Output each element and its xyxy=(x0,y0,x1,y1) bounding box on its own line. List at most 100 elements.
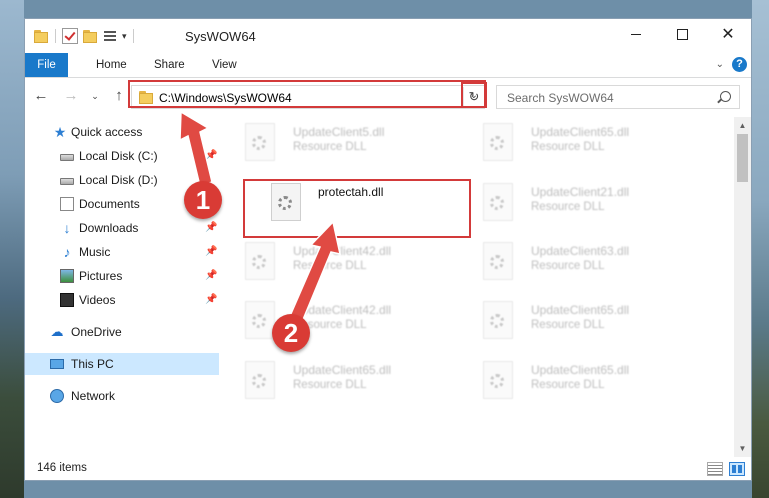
search-box[interactable] xyxy=(496,85,740,109)
file-name: UpdateClient65.dll xyxy=(293,363,392,377)
gear-icon xyxy=(490,255,504,269)
tab-view[interactable]: View xyxy=(212,53,237,77)
dll-file-icon xyxy=(483,301,513,339)
file-item[interactable]: UpdateClient63.dll Resource DLL xyxy=(463,238,689,284)
search-input[interactable] xyxy=(505,90,709,106)
pin-icon[interactable]: 📌 xyxy=(205,241,217,263)
customize-toolbar-dropdown[interactable]: ▾ xyxy=(122,31,127,42)
item-count: 146 items xyxy=(37,462,87,474)
file-name: UpdateClient65.dll xyxy=(531,303,630,317)
cloud-icon: ☁ xyxy=(50,324,64,339)
file-name: UpdateClient5.dll xyxy=(293,125,385,139)
sidebar-item-videos[interactable]: Videos 📌 xyxy=(25,289,219,311)
vertical-scrollbar[interactable]: ▲ ▼ xyxy=(734,117,751,457)
properties-check-icon[interactable] xyxy=(62,28,78,44)
dll-file-icon xyxy=(245,123,275,161)
tab-file[interactable]: File xyxy=(25,53,68,77)
gear-icon xyxy=(252,255,266,269)
sidebar-item-local-disk-c[interactable]: Local Disk (C:) 📌 xyxy=(25,145,219,167)
maximize-button[interactable] xyxy=(659,19,705,51)
minimize-button[interactable] xyxy=(613,19,659,51)
sidebar-item-label: Documents xyxy=(79,197,140,211)
sidebar-item-onedrive[interactable]: ☁ OneDrive xyxy=(25,321,219,343)
file-name: UpdateClient63.dll xyxy=(531,244,630,258)
dll-file-icon xyxy=(483,242,513,280)
scrollbar-thumb[interactable] xyxy=(737,134,748,182)
scroll-down-arrow-icon[interactable]: ▼ xyxy=(734,440,751,457)
file-type: Resource DLL xyxy=(293,260,367,272)
sidebar-item-network[interactable]: Network xyxy=(25,385,219,407)
sidebar-item-quick-access[interactable]: ★ Quick access xyxy=(25,121,219,143)
large-icons-view-icon[interactable] xyxy=(729,462,745,476)
address-bar-highlight xyxy=(128,80,486,108)
file-type: Resource DLL xyxy=(531,141,605,153)
properties-icon[interactable] xyxy=(102,28,118,44)
details-view-icon[interactable] xyxy=(707,462,723,476)
desktop-background-left xyxy=(0,0,24,498)
dll-file-icon xyxy=(245,242,275,280)
folder-icon xyxy=(33,28,49,44)
back-button[interactable]: ← xyxy=(31,86,51,106)
file-item[interactable]: UpdateClient65.dll Resource DLL xyxy=(463,297,689,343)
new-folder-icon[interactable] xyxy=(82,28,98,44)
drive-icon xyxy=(60,154,74,161)
refresh-highlight xyxy=(461,82,487,108)
dll-file-icon xyxy=(483,361,513,399)
quick-access-toolbar: ▾ xyxy=(33,28,136,44)
download-icon: ↓ xyxy=(63,220,71,236)
music-icon: ♪ xyxy=(63,244,71,260)
toolbar-divider xyxy=(132,29,134,43)
file-highlight xyxy=(243,179,471,238)
network-icon xyxy=(50,389,64,403)
file-item[interactable]: UpdateClient65.dll Resource DLL xyxy=(225,357,451,403)
tab-share[interactable]: Share xyxy=(154,53,185,77)
pin-icon[interactable]: 📌 xyxy=(205,289,217,311)
gear-icon xyxy=(490,196,504,210)
sidebar-item-label: Music xyxy=(79,245,111,259)
search-icon[interactable] xyxy=(720,91,731,102)
status-bar: 146 items xyxy=(25,459,751,481)
minimize-icon xyxy=(631,34,641,36)
title-bar: ▾ SysWOW64 ✕ xyxy=(25,19,751,51)
file-type: Resource DLL xyxy=(531,379,605,391)
gear-icon xyxy=(490,136,504,150)
pictures-icon xyxy=(60,269,74,283)
file-item[interactable]: UpdateClient42.dll Resource DLL xyxy=(225,238,451,284)
dll-file-icon xyxy=(245,361,275,399)
sidebar-item-label: Downloads xyxy=(79,221,139,235)
sidebar-item-label: This PC xyxy=(71,357,114,371)
forward-button[interactable]: → xyxy=(61,86,81,106)
sidebar-item-label: Local Disk (C:) xyxy=(79,149,158,163)
pin-icon[interactable]: 📌 xyxy=(205,145,217,167)
expand-ribbon-icon[interactable]: ⌄ xyxy=(716,59,724,70)
file-type: Resource DLL xyxy=(293,141,367,153)
file-item[interactable]: UpdateClient42.dll Resource DLL xyxy=(225,297,451,343)
up-button[interactable]: ↑ xyxy=(109,86,129,106)
sidebar-item-downloads[interactable]: ↓ Downloads 📌 xyxy=(25,217,219,239)
sidebar-item-label: Pictures xyxy=(79,269,123,283)
sidebar-item-label: Local Disk (D:) xyxy=(79,173,158,187)
dll-file-icon xyxy=(483,183,513,221)
ribbon-controls: ⌄ ? xyxy=(716,57,747,72)
scroll-up-arrow-icon[interactable]: ▲ xyxy=(734,117,751,134)
file-item[interactable]: UpdateClient5.dll Resource DLL xyxy=(225,119,451,165)
file-item[interactable]: UpdateClient21.dll Resource DLL xyxy=(463,179,689,225)
close-button[interactable]: ✕ xyxy=(705,19,751,51)
navigation-pane: ★ Quick access Local Disk (C:) 📌 Local D… xyxy=(25,117,219,457)
gear-icon xyxy=(490,314,504,328)
file-item[interactable]: UpdateClient65.dll Resource DLL xyxy=(463,357,689,403)
help-icon[interactable]: ? xyxy=(732,57,747,72)
file-type: Resource DLL xyxy=(531,260,605,272)
pin-icon[interactable]: 📌 xyxy=(205,217,217,239)
desktop-background-right xyxy=(752,0,769,498)
recent-locations-button[interactable]: ⌄ xyxy=(85,86,105,106)
sidebar-item-music[interactable]: ♪ Music 📌 xyxy=(25,241,219,263)
tab-home[interactable]: Home xyxy=(96,53,127,77)
sidebar-item-this-pc[interactable]: This PC xyxy=(25,353,219,375)
file-name: UpdateClient42.dll xyxy=(293,244,392,258)
file-item[interactable]: UpdateClient65.dll Resource DLL xyxy=(463,119,689,165)
videos-icon xyxy=(60,293,74,307)
pin-icon[interactable]: 📌 xyxy=(205,265,217,287)
file-type: Resource DLL xyxy=(531,201,605,213)
sidebar-item-pictures[interactable]: Pictures 📌 xyxy=(25,265,219,287)
